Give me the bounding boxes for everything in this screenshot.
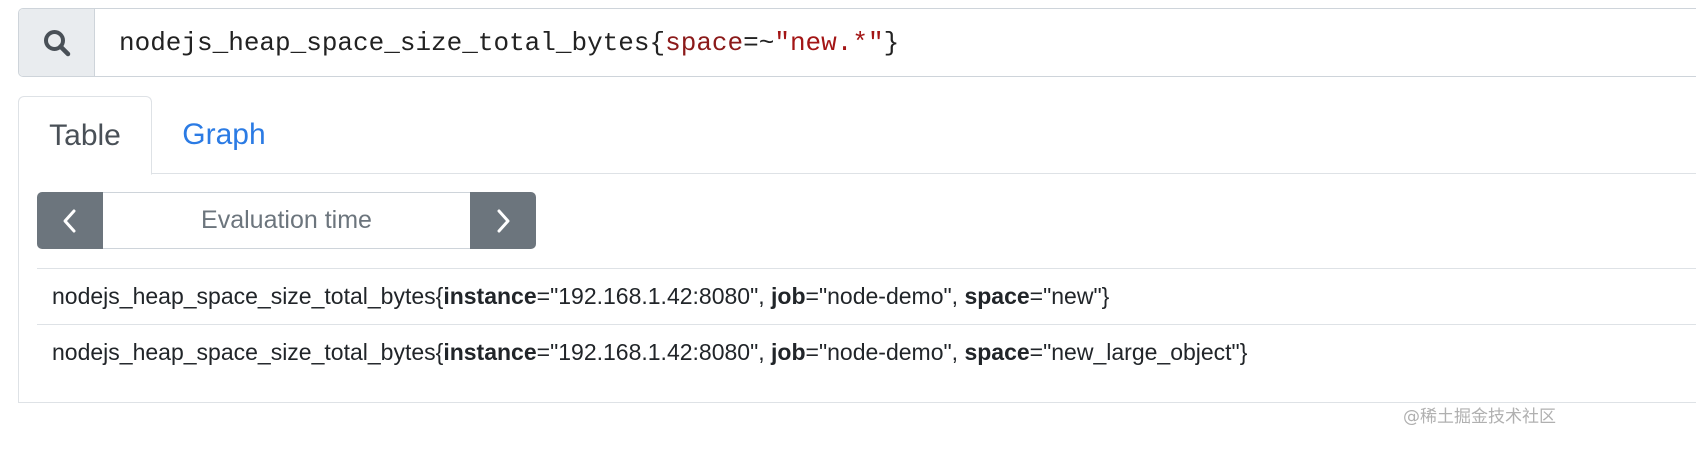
- label-value: ="192.168.1.42:8080",: [536, 339, 772, 365]
- label-value: ="node-demo",: [805, 283, 965, 309]
- results-table: nodejs_heap_space_size_total_bytes{insta…: [37, 268, 1696, 380]
- label-key: instance: [443, 339, 537, 365]
- query-label-value: "new.*": [774, 27, 884, 58]
- query-operator: =~: [743, 27, 775, 58]
- page: nodejs_heap_space_size_total_bytes{space…: [0, 0, 1696, 472]
- label-value: ="new"}: [1029, 283, 1110, 309]
- tab-bar: Table Graph: [18, 96, 1696, 175]
- label-value: ="192.168.1.42:8080",: [536, 283, 772, 309]
- evaluation-time-input[interactable]: Evaluation time: [103, 192, 470, 249]
- label-key: instance: [443, 283, 537, 309]
- series-metric: nodejs_heap_space_size_total_bytes{: [52, 339, 444, 365]
- query-open-brace: {: [649, 27, 666, 58]
- chevron-left-icon: [63, 209, 76, 232]
- query-bar: nodejs_heap_space_size_total_bytes{space…: [18, 8, 1696, 77]
- tab-table[interactable]: Table: [18, 96, 152, 175]
- eval-time-forward-button[interactable]: [470, 192, 536, 249]
- label-key: job: [771, 339, 806, 365]
- chevron-right-icon: [497, 209, 510, 232]
- search-button[interactable]: [19, 9, 95, 76]
- table-row: nodejs_heap_space_size_total_bytes{insta…: [37, 324, 1696, 380]
- evaluation-time-group: Evaluation time: [37, 192, 536, 249]
- label-key: job: [771, 283, 806, 309]
- label-key: space: [964, 339, 1030, 365]
- label-value: ="node-demo",: [805, 339, 965, 365]
- tab-graph[interactable]: Graph: [168, 96, 280, 174]
- query-close-brace: }: [883, 27, 900, 58]
- series-metric: nodejs_heap_space_size_total_bytes{: [52, 283, 444, 309]
- search-icon: [43, 29, 70, 56]
- query-label-name: space: [665, 27, 744, 58]
- label-key: space: [964, 283, 1030, 309]
- query-metric: nodejs_heap_space_size_total_bytes: [119, 27, 650, 58]
- watermark: @稀土掘金技术社区: [1403, 407, 1556, 427]
- query-expression-input[interactable]: nodejs_heap_space_size_total_bytes{space…: [95, 9, 1696, 76]
- label-value: ="new_large_object"}: [1029, 339, 1248, 365]
- table-row: nodejs_heap_space_size_total_bytes{insta…: [37, 268, 1696, 324]
- eval-time-back-button[interactable]: [37, 192, 103, 249]
